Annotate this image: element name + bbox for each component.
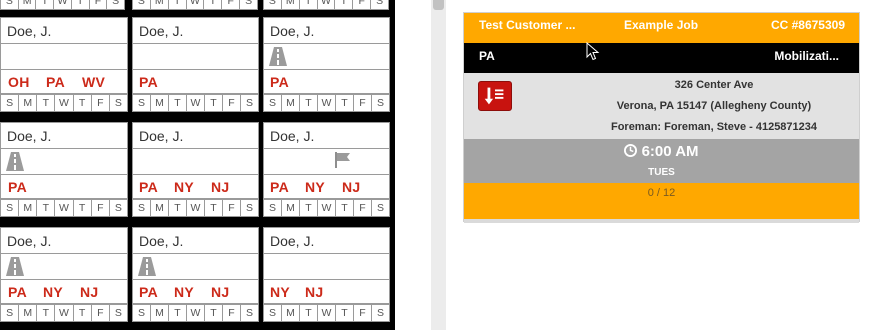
crew-cell[interactable]: Doe, J. PA NY NJ SMTWTFS	[132, 122, 259, 220]
crew-cell[interactable]: Doe, J. OH PA WV SMTWTFS	[0, 17, 128, 115]
state-tag: OH	[8, 74, 30, 90]
day-strip: SMTWTFS	[132, 304, 259, 322]
document-icon	[484, 87, 504, 105]
crew-cell[interactable]: Doe, J. NY NJ SMTWTFS	[263, 227, 390, 325]
state-tag: NY	[270, 284, 291, 300]
day-strip: SMTWTFS	[132, 94, 259, 112]
state-tag: NY	[174, 179, 195, 195]
crew-name: Doe, J.	[7, 23, 52, 39]
crew-cell[interactable]: Doe, J. PA SMTWTFS	[132, 17, 259, 115]
state-tag: NJ	[342, 179, 361, 195]
day-strip: SMTWTFS	[263, 304, 390, 322]
customer-name: Test Customer ...	[479, 18, 576, 32]
panel-gutter	[395, 0, 431, 330]
day-strip: SMTWTFS	[0, 0, 125, 10]
state-tag: NJ	[80, 284, 99, 300]
state-tag: PA	[139, 284, 159, 300]
job-state: PA	[479, 49, 495, 63]
crew-name: Doe, J.	[7, 128, 52, 144]
crew-name: Doe, J.	[270, 233, 315, 249]
mouse-cursor-icon	[586, 42, 600, 61]
state-tag: WV	[82, 74, 106, 90]
day-strip: SMTWTFS	[0, 304, 128, 322]
state-tag: NJ	[211, 179, 230, 195]
job-card-time: 6:00 AM TUES	[464, 139, 859, 183]
clock-icon	[624, 144, 638, 157]
state-tag: PA	[139, 74, 159, 90]
road-icon	[6, 152, 24, 171]
address-line-2: Verona, PA 15147 (Allegheny County)	[616, 100, 812, 112]
state-tag: NY	[174, 284, 195, 300]
scrollbar-thumb[interactable]	[433, 0, 444, 10]
job-card[interactable]: Test Customer ... Example Job CC #867530…	[463, 12, 860, 223]
address-line-1: 326 Center Ave	[674, 79, 754, 91]
state-tag: PA	[270, 74, 290, 90]
day-strip: SMTWTFS	[0, 94, 128, 112]
scrollbar-track[interactable]	[431, 0, 446, 330]
crew-grid: SMTWTFS SMTWTFS SMTWTFS Doe, J. OH PA WV…	[0, 0, 395, 330]
day-strip: SMTWTFS	[263, 199, 390, 217]
state-tag: NJ	[305, 284, 324, 300]
job-card-progress: 0 / 12	[464, 183, 859, 219]
state-tag: PA	[139, 179, 159, 195]
crew-name: Doe, J.	[270, 23, 315, 39]
road-icon	[6, 257, 24, 276]
job-card-header: Test Customer ... Example Job CC #867530…	[464, 13, 859, 43]
day-strip: SMTWTFS	[263, 0, 389, 10]
crew-cell[interactable]: Doe, J. PA SMTWTFS	[0, 122, 128, 220]
job-name: Example Job	[624, 18, 699, 32]
job-card-footer	[464, 219, 859, 223]
state-tag: PA	[8, 284, 28, 300]
crew-name: Doe, J.	[139, 233, 184, 249]
cc-number: CC #8675309	[770, 18, 845, 32]
road-icon	[269, 47, 287, 66]
crew-cell[interactable]: Doe, J. PA NY NJ SMTWTFS	[132, 227, 259, 325]
day-strip: SMTWTFS	[132, 0, 258, 10]
job-phase: Mobilizati...	[774, 49, 839, 63]
road-icon	[138, 257, 156, 276]
pdf-icon[interactable]	[478, 81, 512, 111]
flag-icon	[335, 152, 350, 168]
crew-cell[interactable]: Doe, J. PA NY NJ SMTWTFS	[0, 227, 128, 325]
crew-name: Doe, J.	[270, 128, 315, 144]
start-day: TUES	[648, 167, 675, 178]
job-card-subheader: PA Mobilizati...	[464, 43, 859, 73]
crew-name: Doe, J.	[7, 233, 52, 249]
state-tag: NY	[43, 284, 64, 300]
state-tag: NY	[305, 179, 326, 195]
day-strip: SMTWTFS	[132, 199, 259, 217]
state-tag: PA	[270, 179, 290, 195]
day-strip: SMTWTFS	[0, 199, 128, 217]
start-time: 6:00 AM	[641, 143, 699, 160]
crew-name: Doe, J.	[139, 23, 184, 39]
foreman-info: Foreman: Foreman, Steve - 4125871234	[610, 121, 818, 133]
crew-cell[interactable]: Doe, J. PA NY NJ SMTWTFS	[263, 122, 390, 220]
job-card-details: 326 Center Ave Verona, PA 15147 (Alleghe…	[464, 73, 859, 139]
crew-name: Doe, J.	[139, 128, 184, 144]
progress-count: 0 / 12	[647, 187, 676, 199]
state-tag: PA	[46, 74, 66, 90]
state-tag: NJ	[211, 284, 230, 300]
crew-cell[interactable]: Doe, J. PA SMTWTFS	[263, 17, 390, 115]
state-tag: PA	[8, 179, 28, 195]
day-strip: SMTWTFS	[263, 94, 390, 112]
